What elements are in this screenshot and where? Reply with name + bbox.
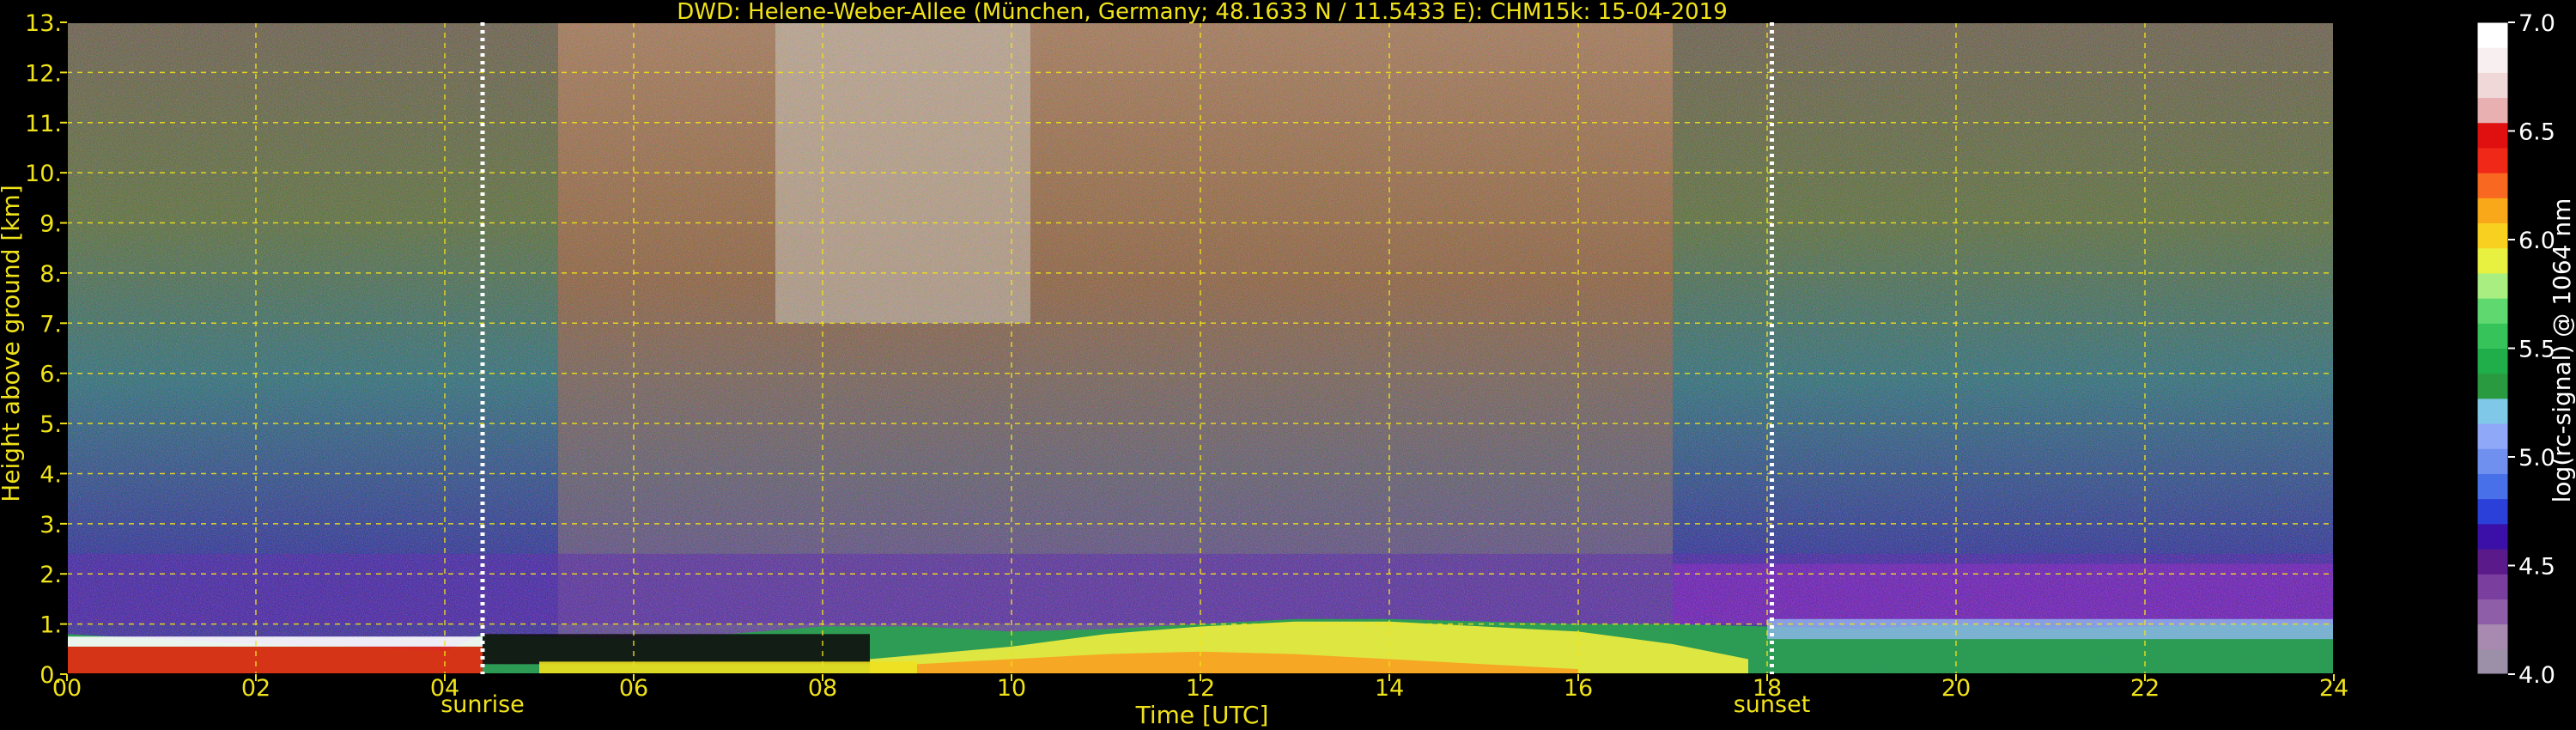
x-tick-label: 06: [619, 675, 648, 702]
colorbar-segment: [2477, 348, 2508, 374]
y-axis-ticks: 0.1.2.3.4.5.6.7.8.9.10.11.12.13.: [25, 10, 67, 689]
colorbar-segment: [2477, 222, 2508, 249]
colorbar-segment: [2477, 147, 2508, 173]
colorbar-segment: [2477, 549, 2508, 575]
x-axis-ticks: 00 02 04 06 08 10 12 14 16 18 20 22 24: [52, 674, 2348, 702]
chart-title: DWD: Helene-Weber-Allee (München, German…: [677, 0, 1728, 25]
colorbar-tick-label: 7.0: [2518, 10, 2555, 37]
x-tick-label: 08: [808, 675, 837, 702]
colorbar-segment: [2477, 122, 2508, 149]
colorbar-segment: [2477, 473, 2508, 500]
x-tick-label: 22: [2130, 675, 2160, 702]
colorbar-segment: [2477, 624, 2508, 650]
annotation-sunset: sunset: [1734, 691, 1811, 718]
x-tick-label: 24: [2319, 675, 2348, 702]
colorbar-segment: [2477, 247, 2508, 274]
y-tick-label: 10.: [25, 161, 62, 187]
colorbar: 4.04.55.05.56.06.57.0: [2476, 10, 2555, 689]
evening-elevated-layer: [1767, 618, 2334, 640]
colorbar-segment: [2477, 574, 2508, 599]
colorbar-segment: [2477, 198, 2508, 224]
x-tick-label: 02: [241, 675, 270, 702]
x-tick-label: 10: [997, 675, 1026, 702]
colorbar-segment: [2477, 47, 2508, 73]
colorbar-segment: [2477, 523, 2508, 550]
annotation-sunrise: sunrise: [440, 691, 525, 718]
colorbar-segment: [2477, 173, 2508, 198]
y-tick-label: 6.: [39, 362, 62, 388]
ceilometer-chart: 0.1.2.3.4.5.6.7.8.9.10.11.12.13. 00 02 04 0…: [0, 0, 2576, 729]
y-tick-label: 4.: [39, 461, 62, 488]
x-axis-label: Time [UTC]: [1135, 701, 1269, 729]
colorbar-segment: [2477, 72, 2508, 99]
colorbar-segment: [2477, 272, 2508, 299]
morning-dark-layer: [483, 634, 870, 665]
colorbar-segment: [2477, 423, 2508, 449]
colorbar-tick-label: 6.5: [2518, 119, 2555, 146]
y-tick-label: 12.: [25, 60, 62, 87]
y-tick-label: 13.: [25, 10, 62, 37]
x-tick-label: 12: [1186, 675, 1215, 702]
x-tick-label: 16: [1564, 675, 1593, 702]
night-surface-layer: [67, 646, 483, 674]
y-tick-label: 8.: [39, 261, 62, 288]
colorbar-segment: [2477, 298, 2508, 324]
colorbar-tick-label: 4.5: [2518, 554, 2555, 581]
x-tick-label: 14: [1375, 675, 1404, 702]
colorbar-label: log(rc-signal) @ 1064 nm: [2548, 198, 2576, 503]
x-tick-label: 00: [52, 675, 82, 702]
night-aerosol-layer: [67, 636, 483, 647]
colorbar-segment: [2477, 97, 2508, 124]
y-tick-label: 2.: [39, 562, 62, 588]
y-tick-label: 5.: [39, 411, 62, 438]
colorbar-segment: [2477, 599, 2508, 625]
morning-surface-layer: [539, 661, 917, 674]
y-tick-label: 9.: [39, 211, 62, 238]
colorbar-segment: [2477, 648, 2508, 675]
colorbar-tick-label: 4.0: [2518, 662, 2555, 689]
y-tick-label: 7.: [39, 311, 62, 338]
colorbar-segment: [2477, 373, 2508, 399]
colorbar-segment: [2477, 22, 2508, 48]
y-axis-label: Height above ground [km]: [0, 185, 25, 502]
y-tick-label: 1.: [39, 612, 62, 639]
colorbar-segment: [2477, 448, 2508, 474]
y-tick-label: 3.: [39, 512, 62, 538]
y-tick-label: 11.: [25, 111, 62, 137]
colorbar-segment: [2477, 498, 2508, 525]
colorbar-segment: [2477, 323, 2508, 349]
colorbar-segment: [2477, 398, 2508, 424]
x-tick-label: 20: [1941, 675, 1971, 702]
